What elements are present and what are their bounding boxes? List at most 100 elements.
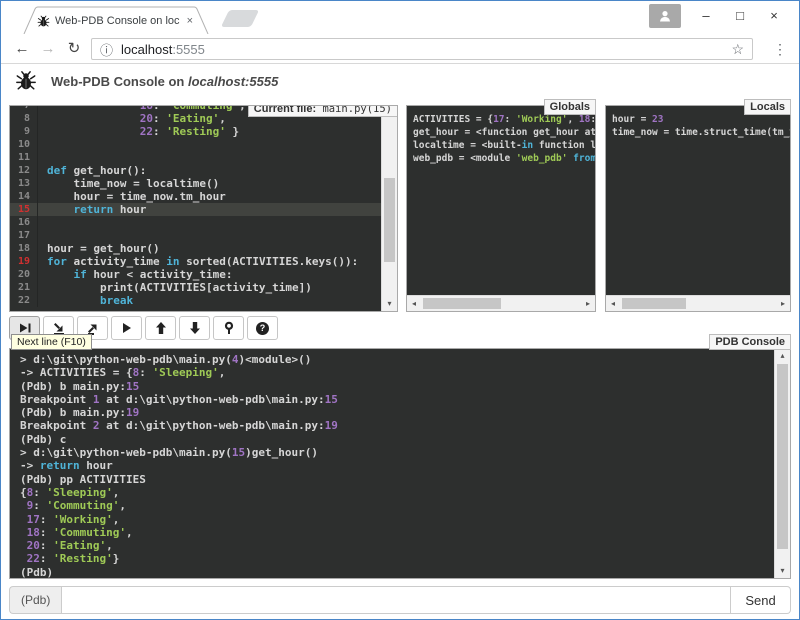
syntax-segment: 'Working': [516, 114, 567, 125]
locals-scrollbar-horizontal[interactable]: ◂ ▸: [606, 295, 790, 311]
line-number: 12: [10, 164, 38, 177]
scroll-up-button[interactable]: ▴: [775, 349, 790, 363]
console-line: (Pdb) c: [20, 433, 773, 446]
url-bar[interactable]: ⓘ localhost:5555 ☆: [91, 38, 753, 60]
locals-label: Locals: [744, 99, 791, 115]
app-header: Web-PDB Console on localhost:5555: [1, 64, 799, 98]
code-line: 11: [10, 151, 381, 164]
syntax-segment: 17: [27, 513, 40, 526]
continue-button[interactable]: [111, 316, 142, 340]
syntax-segment: [20, 499, 27, 512]
syntax-segment: (Pdb) pp ACTIVITIES: [20, 473, 146, 486]
close-button[interactable]: ×: [757, 1, 791, 31]
down-button[interactable]: [179, 316, 210, 340]
syntax-segment: Breakpoint: [20, 419, 93, 432]
syntax-segment: :: [590, 114, 595, 125]
new-tab-button[interactable]: [221, 10, 259, 27]
down-arrow-icon: [188, 321, 202, 335]
syntax-segment: sorted(ACTIVITIES.keys()):: [179, 255, 358, 268]
line-number: 11: [10, 151, 38, 164]
pdb-console-panel: PDB Console > d:\git\python-web-pdb\main…: [9, 348, 791, 579]
help-button[interactable]: ?: [247, 316, 278, 340]
send-button[interactable]: Send: [731, 586, 791, 614]
scroll-right-button[interactable]: ▸: [581, 296, 595, 311]
tab-close-icon[interactable]: ×: [185, 15, 195, 27]
console-line: > d:\git\python-web-pdb\main.py(15)get_h…: [20, 446, 773, 459]
syntax-segment: [47, 125, 140, 138]
code-line: 18hour = get_hour(): [10, 242, 381, 255]
url-text: localhost:5555: [121, 42, 731, 57]
console-line: (Pdb) b main.py:19: [20, 406, 773, 419]
scrollbar-thumb[interactable]: [423, 298, 501, 309]
syntax-segment: print(ACTIVITIES[activity_time]): [47, 281, 312, 294]
profile-button[interactable]: [649, 4, 681, 28]
scrollbar-thumb[interactable]: [622, 298, 686, 309]
info-icon[interactable]: ⓘ: [100, 40, 113, 59]
variable-line: localtime = <built-in function local: [413, 139, 589, 152]
syntax-segment: 'Eating': [166, 112, 219, 125]
syntax-segment: [47, 203, 74, 216]
scrollbar-thumb[interactable]: [384, 178, 395, 262]
syntax-segment: 15: [126, 380, 139, 393]
back-button[interactable]: ←: [11, 38, 33, 60]
maximize-button[interactable]: □: [723, 1, 757, 31]
syntax-segment: 18: [579, 114, 590, 125]
code-text: return hour: [38, 203, 146, 216]
up-arrow-icon: [154, 321, 168, 335]
syntax-segment: 'Commuting': [47, 499, 120, 512]
syntax-segment: 20: [27, 539, 40, 552]
line-number: 7: [10, 105, 38, 112]
syntax-segment: :: [139, 366, 152, 379]
syntax-segment: [20, 526, 27, 539]
syntax-segment: ,: [113, 513, 120, 526]
bug-icon: [15, 70, 37, 92]
code-line: 10: [10, 138, 381, 151]
browser-tab[interactable]: Web-PDB Console on loc ×: [23, 6, 209, 34]
console-line: (Pdb) b main.py:15: [20, 380, 773, 393]
up-button[interactable]: [145, 316, 176, 340]
line-number: 10: [10, 138, 38, 151]
globals-scrollbar-horizontal[interactable]: ◂ ▸: [407, 295, 595, 311]
code-scrollbar-vertical[interactable]: ▾: [381, 106, 397, 311]
scroll-left-button[interactable]: ◂: [407, 296, 421, 311]
console-line: 17: 'Working',: [20, 513, 773, 526]
console-line: 18: 'Commuting',: [20, 526, 773, 539]
console-scrollbar-vertical[interactable]: ▴ ▾: [774, 349, 790, 578]
scroll-down-button[interactable]: ▾: [775, 564, 790, 578]
locals-area: hour = 23time_now = time.struct_time(tm_…: [606, 106, 790, 295]
scroll-left-button[interactable]: ◂: [606, 296, 620, 311]
command-input[interactable]: [61, 586, 731, 614]
where-button[interactable]: [213, 316, 244, 340]
syntax-segment: -> ACTIVITIES = {: [20, 366, 133, 379]
code-text: [38, 229, 47, 242]
code-text: hour = time_now.tm_hour: [38, 190, 226, 203]
code-text: 22: 'Resting' }: [38, 125, 239, 138]
line-number: 8: [10, 112, 38, 125]
syntax-segment: get_hour():: [67, 164, 146, 177]
syntax-segment: localtime = <built-: [413, 140, 522, 151]
command-input-group: (Pdb) Send: [9, 586, 791, 614]
syntax-segment: 17: [493, 114, 504, 125]
scrollbar-thumb[interactable]: [777, 364, 788, 549]
syntax-segment: :: [33, 486, 46, 499]
code-text: hour = get_hour(): [38, 242, 160, 255]
syntax-segment: > d:\git\python-web-pdb\main.py(: [20, 446, 232, 459]
locals-panel: Locals hour = 23time_now = time.struct_t…: [605, 105, 791, 312]
line-number: 20: [10, 268, 38, 281]
syntax-segment: hour = time_now.tm_hour: [47, 190, 226, 203]
console-line: > d:\git\python-web-pdb\main.py(4)<modul…: [20, 353, 773, 366]
syntax-segment: }: [113, 552, 120, 565]
reload-button[interactable]: ↻: [63, 38, 85, 60]
forward-button[interactable]: →: [37, 38, 59, 60]
syntax-segment: from: [573, 153, 595, 164]
browser-menu-button[interactable]: ⋮: [769, 38, 791, 60]
console-line: (Pdb): [20, 566, 773, 578]
line-number: 17: [10, 229, 38, 242]
scroll-down-button[interactable]: ▾: [382, 297, 397, 311]
scroll-right-button[interactable]: ▸: [776, 296, 790, 311]
bookmark-star-icon[interactable]: ☆: [731, 41, 744, 58]
line-number: 19: [10, 255, 38, 268]
syntax-segment: :: [153, 125, 166, 138]
minimize-button[interactable]: –: [689, 1, 723, 31]
code-text: 20: 'Eating',: [38, 112, 226, 125]
